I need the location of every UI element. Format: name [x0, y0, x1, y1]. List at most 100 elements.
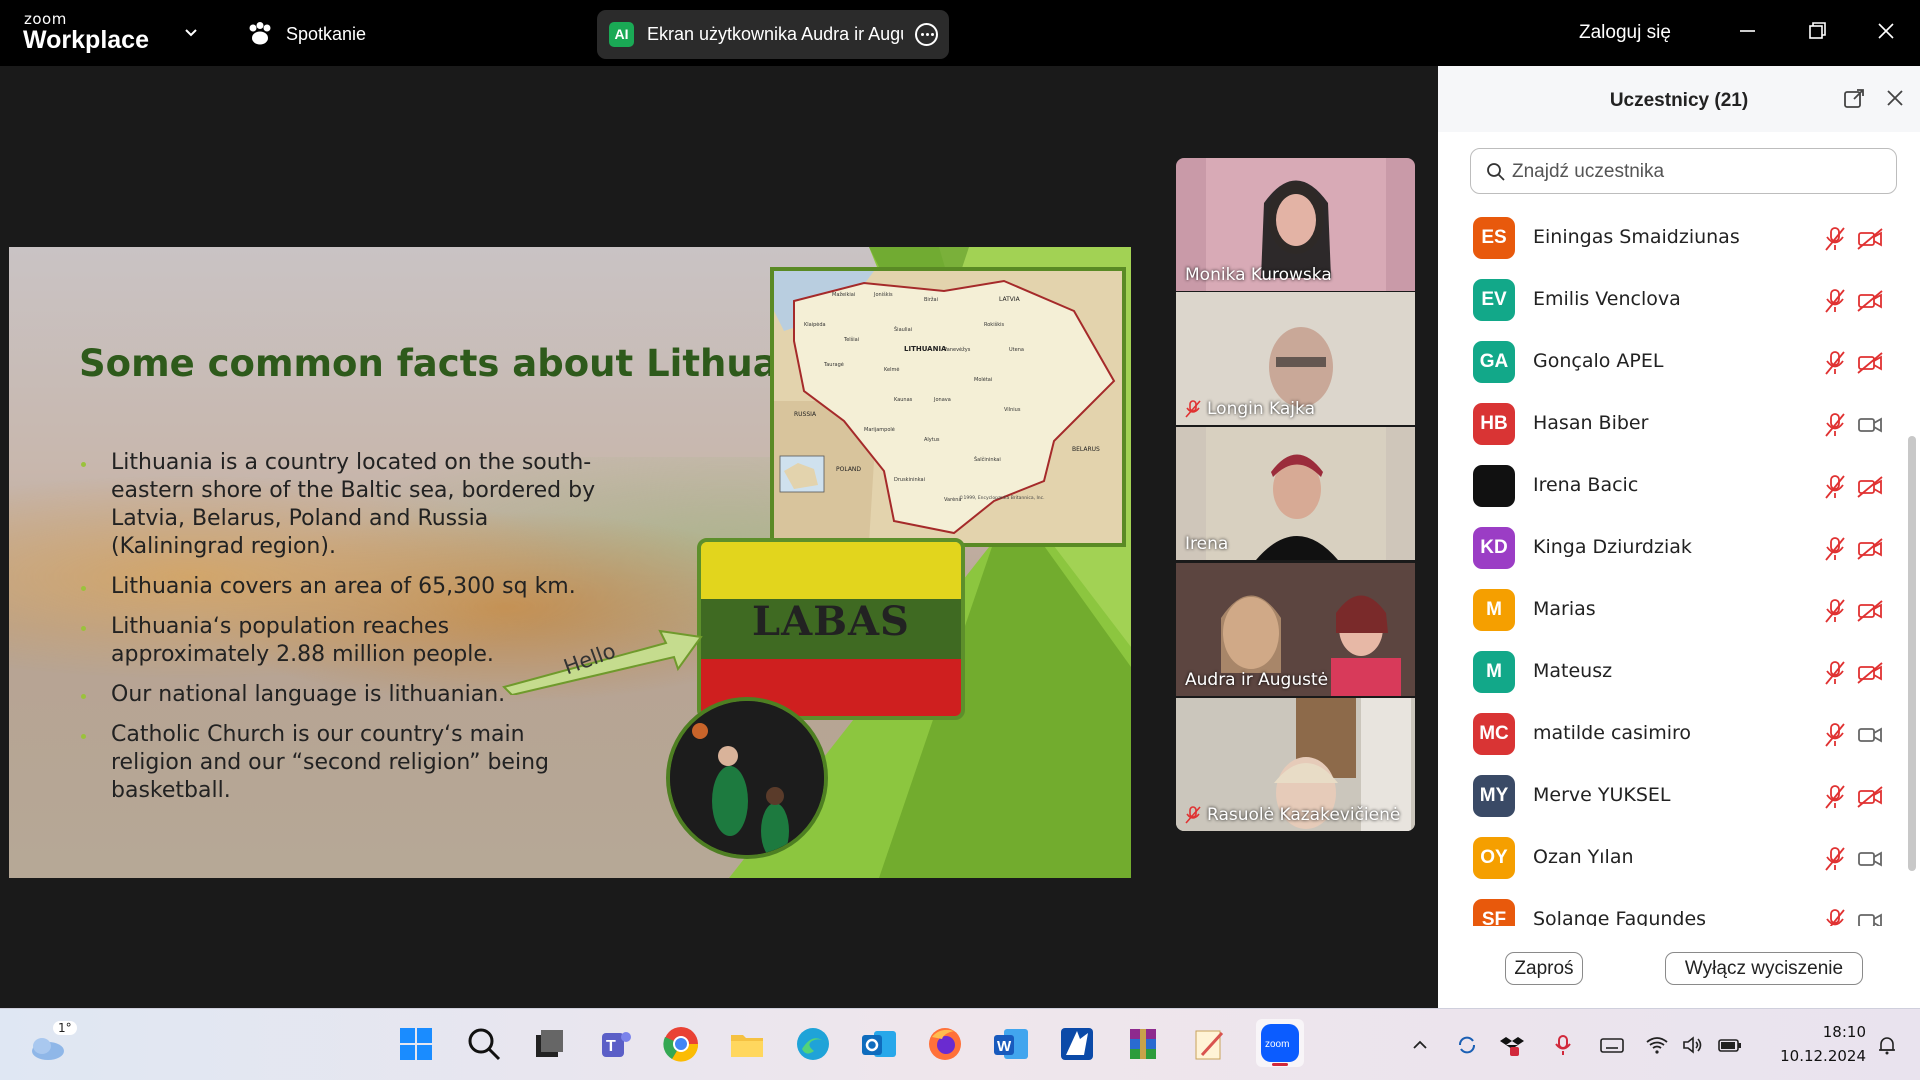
restore-icon[interactable]	[1802, 16, 1832, 46]
notifications-icon[interactable]	[1875, 1033, 1899, 1057]
camera-off-icon[interactable]	[1857, 476, 1883, 498]
chevron-up-icon[interactable]	[1408, 1033, 1432, 1057]
dropbox-icon[interactable]	[1500, 1033, 1524, 1057]
participant-avatar: M	[1473, 589, 1515, 631]
camera-off-icon[interactable]	[1857, 786, 1883, 808]
mic-muted-icon[interactable]	[1824, 660, 1846, 686]
mic-muted-icon[interactable]	[1824, 288, 1846, 314]
volume-icon[interactable]	[1681, 1033, 1705, 1057]
microphone-icon[interactable]	[1551, 1033, 1575, 1057]
camera-icon[interactable]	[1857, 724, 1883, 746]
video-tile[interactable]: Rasuolė Kazakevičienė	[1176, 698, 1415, 831]
clock-date[interactable]: 10.12.2024	[1756, 1047, 1866, 1065]
participants-scrollbar[interactable]	[1908, 436, 1916, 871]
zoom-icon[interactable]: zoom	[1256, 1019, 1304, 1067]
word-icon[interactable]: W	[992, 1025, 1030, 1063]
firefox-icon[interactable]	[926, 1025, 964, 1063]
file-explorer-icon[interactable]	[728, 1025, 766, 1063]
participant-row[interactable]: ES Einingas Smaidziunas	[1438, 206, 1898, 268]
invite-button[interactable]: Zaproś	[1505, 952, 1583, 985]
start-icon[interactable]	[397, 1025, 435, 1063]
camera-off-icon[interactable]	[1857, 538, 1883, 560]
svg-text:BELARUS: BELARUS	[1072, 446, 1100, 453]
participant-row[interactable]: OY Ozan Yılan	[1438, 826, 1898, 888]
close-panel-icon[interactable]	[1885, 88, 1905, 108]
mic-muted-icon[interactable]	[1824, 536, 1846, 562]
participant-row[interactable]: Irena Bacic	[1438, 454, 1898, 516]
svg-text:Tauragė: Tauragė	[823, 362, 844, 368]
mic-muted-icon[interactable]	[1824, 412, 1846, 438]
video-tile[interactable]: Irena	[1176, 427, 1415, 560]
mic-muted-icon[interactable]	[1824, 226, 1846, 252]
meeting-stage: Some common facts about Lithuania Lithua…	[0, 66, 1438, 1008]
meeting-label[interactable]: Spotkanie	[286, 24, 366, 45]
participant-row[interactable]: M Mateusz	[1438, 640, 1898, 702]
outlook-icon[interactable]	[860, 1025, 898, 1063]
chrome-icon[interactable]	[662, 1025, 700, 1063]
teams-icon[interactable]: T	[596, 1025, 634, 1063]
clock-time[interactable]: 18:10	[1766, 1023, 1866, 1041]
camera-off-icon[interactable]	[1857, 228, 1883, 250]
participant-avatar: MC	[1473, 713, 1515, 755]
participants-list: ES Einingas Smaidziunas EV Emilis Venclova G…	[1438, 206, 1898, 926]
windows-taskbar: 1° T W zoom 18:10 10.12.2024	[0, 1008, 1920, 1080]
participant-row[interactable]: M Marias	[1438, 578, 1898, 640]
camera-icon[interactable]	[1857, 848, 1883, 870]
screen-share-indicator[interactable]: AI Ekran użytkownika Audra ir Augu	[597, 10, 949, 59]
participant-row[interactable]: HB Hasan Biber	[1438, 392, 1898, 454]
weather-temperature: 1°	[53, 1021, 77, 1035]
camera-off-icon[interactable]	[1857, 290, 1883, 312]
minimize-icon[interactable]	[1732, 16, 1762, 46]
more-options-icon[interactable]	[915, 23, 938, 46]
camera-off-icon[interactable]	[1857, 352, 1883, 374]
svg-text:Šalčininkai: Šalčininkai	[974, 456, 1001, 463]
edge-icon[interactable]	[794, 1025, 832, 1063]
participant-row[interactable]: MC matilde casimiro	[1438, 702, 1898, 764]
participant-avatar: M	[1473, 651, 1515, 693]
notepad-icon[interactable]	[1190, 1025, 1228, 1063]
participant-row[interactable]: MY Merve YUKSEL	[1438, 764, 1898, 826]
chevron-down-icon[interactable]	[184, 26, 198, 42]
camera-icon[interactable]	[1857, 910, 1883, 926]
participant-row[interactable]: SF Solange Fagundes	[1438, 888, 1898, 926]
wifi-icon[interactable]	[1645, 1033, 1669, 1057]
close-window-icon[interactable]	[1871, 16, 1901, 46]
participant-search[interactable]	[1470, 148, 1897, 194]
winrar-icon[interactable]	[1124, 1025, 1162, 1063]
sync-icon[interactable]	[1455, 1033, 1479, 1057]
mic-muted-icon[interactable]	[1824, 474, 1846, 500]
svg-text:Panevėžys: Panevėžys	[944, 346, 971, 353]
camera-icon[interactable]	[1857, 414, 1883, 436]
participant-row[interactable]: KD Kinga Dziurdziak	[1438, 516, 1898, 578]
svg-text:LATVIA: LATVIA	[999, 296, 1021, 303]
participant-avatar: SF	[1473, 899, 1515, 926]
mic-muted-icon[interactable]	[1824, 846, 1846, 872]
participant-row[interactable]: EV Emilis Venclova	[1438, 268, 1898, 330]
video-tile[interactable]: Longin Kajka	[1176, 292, 1415, 425]
participant-name: Gonçalo APEL	[1533, 350, 1664, 372]
battery-icon[interactable]	[1717, 1033, 1741, 1057]
camera-off-icon[interactable]	[1857, 600, 1883, 622]
mic-muted-icon[interactable]	[1824, 350, 1846, 376]
mic-muted-icon[interactable]	[1824, 722, 1846, 748]
participant-name: Solange Fagundes	[1533, 908, 1707, 926]
login-link[interactable]: Zaloguj się	[1579, 22, 1671, 44]
video-tile[interactable]: Monika Kurowska	[1176, 158, 1415, 291]
svg-text:Molėtai: Molėtai	[974, 377, 992, 383]
pop-out-icon[interactable]	[1843, 88, 1865, 110]
video-tile[interactable]: Audra ir Augustė	[1176, 563, 1415, 696]
svg-text:Kelmė: Kelmė	[884, 367, 899, 373]
task-view-icon[interactable]	[530, 1025, 568, 1063]
search-icon[interactable]	[465, 1025, 503, 1063]
participant-row[interactable]: GA Gonçalo APEL	[1438, 330, 1898, 392]
mic-muted-icon[interactable]	[1824, 908, 1846, 926]
meeting-paw-icon[interactable]	[247, 22, 273, 46]
keyboard-icon[interactable]	[1599, 1033, 1624, 1057]
camera-off-icon[interactable]	[1857, 662, 1883, 684]
svg-text:Druskininkai: Druskininkai	[894, 477, 925, 483]
search-input[interactable]	[1512, 157, 1882, 187]
unmute-all-button[interactable]: Wyłącz wyciszenie	[1665, 952, 1863, 985]
mic-muted-icon[interactable]	[1824, 598, 1846, 624]
app-icon[interactable]	[1058, 1025, 1096, 1063]
mic-muted-icon[interactable]	[1824, 784, 1846, 810]
